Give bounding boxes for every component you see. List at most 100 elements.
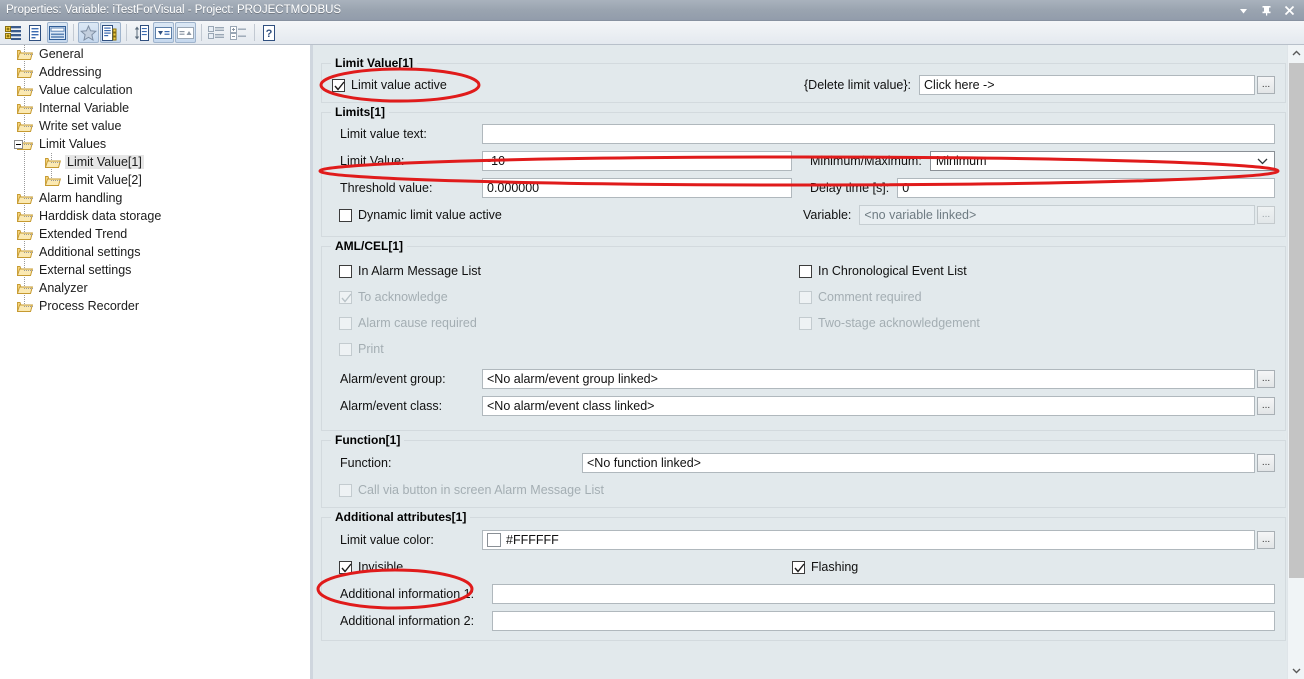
delete-limit-value-field[interactable]: Click here ->	[919, 75, 1255, 95]
limit-value-field[interactable]: -10	[482, 151, 792, 171]
call-via-button-checkbox[interactable]: Call via button in screen Alarm Message …	[332, 483, 604, 497]
alarm-event-group-field[interactable]: <No alarm/event group linked>	[482, 369, 1255, 389]
properties-window: Properties: Variable: iTestForVisual - P…	[0, 0, 1304, 679]
checkbox-in-alarm-message-list[interactable]: In Alarm Message List	[332, 258, 792, 284]
variable-label: Variable:	[803, 208, 852, 222]
minimum-maximum-label: Minimum/Maximum:	[810, 154, 922, 168]
delay-time-field[interactable]: 0	[897, 178, 1275, 198]
tree-item-internal-variable[interactable]: Internal Variable	[3, 99, 297, 117]
tree-item-value-calculation[interactable]: Value calculation	[3, 81, 297, 99]
tree-item-label: Internal Variable	[39, 101, 130, 115]
additional-information-2-field[interactable]	[492, 611, 1275, 631]
collapse-down-button[interactable]	[153, 22, 174, 43]
pin-icon[interactable]	[1260, 4, 1273, 17]
amlcel-right-column: In Chronological Event List Comment requi…	[792, 258, 1275, 362]
tree-connector	[24, 306, 34, 307]
checkbox-box	[339, 483, 352, 497]
tree-item-analyzer[interactable]: Analyzer	[3, 279, 297, 297]
checkbox-in-alarm-message-list-label: In Alarm Message List	[358, 264, 481, 278]
tree-connector	[24, 144, 34, 145]
alarm-event-class-browse-button[interactable]: ...	[1257, 397, 1275, 415]
tree-item-label: Limit Values	[39, 137, 107, 151]
amlcel-left-column: In Alarm Message List To acknowledge Alarm…	[332, 258, 792, 362]
group-list-button[interactable]	[206, 22, 227, 43]
content-scrollbar[interactable]	[1287, 45, 1304, 679]
threshold-value-label: Threshold value:	[340, 181, 433, 195]
function-browse-button[interactable]: ...	[1257, 454, 1275, 472]
additional-information-1-label: Additional information 1:	[340, 587, 475, 601]
limits-group: Limits[1] Limit value text: Limit Value:…	[321, 105, 1286, 237]
tree-item-extended-trend[interactable]: Extended Trend	[3, 225, 297, 243]
tree-item-label: Harddisk data storage	[39, 209, 162, 223]
scroll-up-icon[interactable]	[1288, 45, 1304, 62]
close-icon[interactable]	[1283, 4, 1296, 17]
toolbar-separator	[254, 24, 255, 41]
list-detail-button[interactable]	[100, 22, 121, 43]
tree-item-label: Analyzer	[39, 281, 88, 295]
invisible-label: Invisible	[358, 560, 404, 574]
limit-value-group: Limit Value[1] Limit value active {Delet…	[321, 56, 1286, 103]
tree-item-label: Process Recorder	[39, 299, 140, 313]
dropdown-icon[interactable]	[1237, 4, 1250, 17]
checkbox-box	[339, 208, 352, 222]
tree-item-limit-values[interactable]: Limit Values	[3, 135, 297, 153]
properties-button[interactable]	[25, 22, 46, 43]
checkbox-in-chronological-event-list[interactable]: In Chronological Event List	[792, 258, 1275, 284]
additional-information-1-field[interactable]	[492, 584, 1275, 604]
title-bar: Properties: Variable: iTestForVisual - P…	[0, 0, 1304, 21]
tree-item-write-set-value[interactable]: Write set value	[3, 117, 297, 135]
svg-text:?: ?	[266, 28, 273, 40]
variable-field[interactable]: <no variable linked>	[859, 205, 1255, 225]
tree-connector	[24, 108, 34, 109]
checkbox-comment-required[interactable]: Comment required	[792, 284, 1275, 310]
favorites-button[interactable]	[78, 22, 99, 43]
limit-value-color-field[interactable]: #FFFFFF	[482, 530, 1255, 550]
limit-value-active-checkbox[interactable]: Limit value active	[332, 78, 762, 92]
threshold-value-field[interactable]: 0.000000	[482, 178, 792, 198]
dynamic-limit-value-checkbox[interactable]: Dynamic limit value active	[332, 208, 792, 222]
scrollbar-thumb[interactable]	[1289, 63, 1304, 578]
variable-browse-button[interactable]: ...	[1257, 206, 1275, 224]
alarm-event-group-browse-button[interactable]: ...	[1257, 370, 1275, 388]
tree-item-addressing[interactable]: Addressing	[3, 63, 297, 81]
tree-item-label: Write set value	[39, 119, 122, 133]
expand-up-button[interactable]	[175, 22, 196, 43]
tree-connector	[24, 288, 34, 289]
minimum-maximum-select[interactable]: Minimum	[929, 151, 1275, 171]
help-button[interactable]: ?	[259, 22, 280, 43]
alarm-event-class-label: Alarm/event class:	[340, 399, 443, 413]
tree-item-harddisk-data-storage[interactable]: Harddisk data storage	[3, 207, 297, 225]
additional-attributes-group: Additional attributes[1] Limit value col…	[321, 510, 1286, 641]
split-view-button[interactable]	[47, 22, 68, 43]
checkbox-alarm-cause-required[interactable]: Alarm cause required	[332, 310, 792, 336]
limit-value-color-browse-button[interactable]: ...	[1257, 531, 1275, 549]
checkbox-two-stage-acknowledgement[interactable]: Two-stage acknowledgement	[792, 310, 1275, 336]
checkbox-print[interactable]: Print	[332, 336, 792, 362]
tree-connector	[24, 54, 34, 55]
tree-connector	[24, 72, 34, 73]
tree-collapse-icon[interactable]	[14, 140, 23, 149]
tree-item-limit-value-1[interactable]: Limit Value[1]	[3, 153, 297, 171]
checkbox-to-acknowledge[interactable]: To acknowledge	[332, 284, 792, 310]
properties-content: Limit Value[1] Limit value active {Delet…	[313, 45, 1304, 679]
color-swatch[interactable]	[487, 533, 501, 547]
tree-item-additional-settings[interactable]: Additional settings	[3, 243, 297, 261]
new-item-button[interactable]	[3, 22, 24, 43]
limit-value-text-field[interactable]	[482, 124, 1275, 144]
function-field[interactable]: <No function linked>	[582, 453, 1255, 473]
expand-collapse-button[interactable]	[228, 22, 249, 43]
flashing-checkbox[interactable]: Flashing	[792, 560, 858, 574]
tree-item-external-settings[interactable]: External settings	[3, 261, 297, 279]
invisible-checkbox[interactable]: Invisible	[332, 560, 792, 574]
tree-item-general[interactable]: General	[3, 45, 297, 63]
alarm-event-class-field[interactable]: <No alarm/event class linked>	[482, 396, 1255, 416]
tree-item-process-recorder[interactable]: Process Recorder	[3, 297, 297, 315]
sort-button[interactable]	[131, 22, 152, 43]
tree-item-alarm-handling[interactable]: Alarm handling	[3, 189, 297, 207]
scroll-down-icon[interactable]	[1288, 662, 1304, 679]
delete-limit-value-browse-button[interactable]: ...	[1257, 76, 1275, 94]
chevron-down-icon	[1257, 154, 1272, 168]
tree-item-label: Limit Value[2]	[67, 173, 142, 187]
amlcel-group-title: AML/CEL[1]	[331, 239, 407, 253]
tree-item-limit-value-2[interactable]: Limit Value[2]	[3, 171, 297, 189]
